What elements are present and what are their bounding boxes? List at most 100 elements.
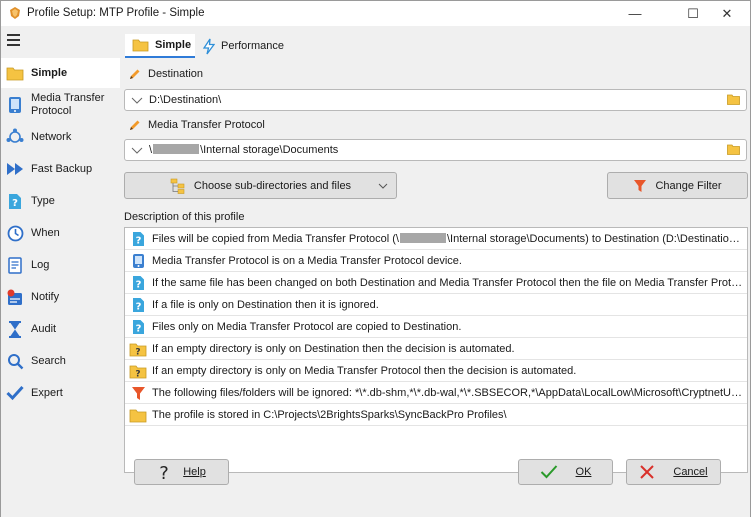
row-text: If a file is only on Destination then it… xyxy=(152,299,379,311)
pencil-icon xyxy=(129,68,141,80)
tab-bar: Simple Performance xyxy=(121,26,750,62)
source-label: Media Transfer Protocol xyxy=(148,119,265,131)
question-folder-icon: ? xyxy=(129,362,147,380)
main-panel: Simple Performance Destination D:\Destin… xyxy=(121,26,750,517)
sidebar-item-label: Audit xyxy=(31,323,57,335)
sidebar-item-label: Type xyxy=(31,195,55,207)
sidebar-item-expert[interactable]: Expert xyxy=(1,382,120,404)
question-mark-icon: ? xyxy=(157,463,171,481)
svg-text:?: ? xyxy=(135,302,141,313)
sidebar-item-label: Search xyxy=(31,355,66,367)
filter-icon xyxy=(633,179,647,193)
svg-text:?: ? xyxy=(135,236,141,247)
syncback-app-icon xyxy=(8,6,22,20)
row-text: The profile is stored in C:\Projects\2Br… xyxy=(152,409,507,421)
choose-subdirs-button[interactable]: Choose sub-directories and files xyxy=(124,172,397,199)
tab-label: Performance xyxy=(221,40,284,52)
row-text: Files only on Media Transfer Protocol ar… xyxy=(152,321,462,333)
list-item[interactable]: Media Transfer Protocol is on a Media Tr… xyxy=(125,250,747,272)
sidebar-item-label: Notify xyxy=(31,291,60,303)
sidebar-item-fast-backup[interactable]: Fast Backup xyxy=(1,158,120,180)
chevron-down-icon xyxy=(378,181,388,194)
svg-text:?: ? xyxy=(12,198,18,209)
sidebar-item-label: Log xyxy=(31,259,50,271)
sidebar-item-audit[interactable]: Audit xyxy=(1,318,120,340)
cancel-button[interactable]: Cancel xyxy=(626,459,721,485)
browse-folder-icon[interactable] xyxy=(727,144,740,158)
list-item[interactable]: ? If an empty directory is only on Desti… xyxy=(125,338,747,360)
close-button[interactable]: ✕ xyxy=(704,1,750,26)
destination-label: Destination xyxy=(148,68,204,80)
row-text: Files will be copied from Media Transfer… xyxy=(152,233,399,245)
svg-text:?: ? xyxy=(135,324,141,335)
title-bar: Profile Setup: MTP Profile - Simple — ☐ … xyxy=(1,1,750,26)
source-path-field[interactable]: \ \Internal storage\Documents xyxy=(124,139,747,161)
search-icon xyxy=(6,352,24,370)
row-text: If the same file has been changed on bot… xyxy=(152,277,744,289)
source-path-suffix: \Internal storage\Documents xyxy=(200,144,339,156)
browse-folder-icon[interactable] xyxy=(727,94,740,108)
question-file-icon: ? xyxy=(129,296,147,314)
sidebar-item-type[interactable]: ? Type xyxy=(1,190,120,212)
chevron-down-icon[interactable] xyxy=(131,94,143,109)
network-icon xyxy=(6,128,24,146)
question-file-icon: ? xyxy=(129,230,147,248)
list-item[interactable]: ? If an empty directory is only on Media… xyxy=(125,360,747,382)
sidebar-item-label: Media Transfer Protocol xyxy=(31,92,105,117)
clock-icon xyxy=(6,224,24,242)
tab-label: Simple xyxy=(155,39,192,51)
list-item[interactable]: ? If the same file has been changed on b… xyxy=(125,272,747,294)
svg-text:?: ? xyxy=(135,347,140,357)
list-item[interactable]: ? If a file is only on Destination then … xyxy=(125,294,747,316)
row-text: The following files/folders will be igno… xyxy=(152,387,744,399)
sidebar-item-when[interactable]: When xyxy=(1,222,120,244)
hamburger-menu-icon[interactable] xyxy=(7,34,23,48)
tab-simple[interactable]: Simple xyxy=(125,34,195,58)
list-item[interactable]: ? Files only on Media Transfer Protocol … xyxy=(125,316,747,338)
question-folder-icon: ? xyxy=(129,340,147,358)
source-label-row: Media Transfer Protocol xyxy=(129,119,265,131)
minimize-button[interactable]: — xyxy=(612,1,658,26)
list-item[interactable]: The profile is stored in C:\Projects\2Br… xyxy=(125,404,747,426)
description-list[interactable]: ? Files will be copied from Media Transf… xyxy=(124,227,748,473)
sidebar-item-simple[interactable]: Simple xyxy=(1,58,120,88)
change-filter-button[interactable]: Change Filter xyxy=(607,172,748,199)
sidebar-item-network[interactable]: Network xyxy=(1,126,120,148)
check-icon xyxy=(6,384,24,402)
choose-subdirs-label: Choose sub-directories and files xyxy=(193,179,352,192)
folder-icon xyxy=(129,406,147,424)
list-item[interactable]: ? Files will be copied from Media Transf… xyxy=(125,228,747,250)
device-icon xyxy=(6,96,24,114)
question-file-icon: ? xyxy=(129,318,147,336)
pencil-icon xyxy=(129,119,141,131)
folder-icon xyxy=(132,38,149,52)
ok-label: OK xyxy=(575,466,592,478)
ok-button[interactable]: OK xyxy=(518,459,613,485)
sidebar-item-search[interactable]: Search xyxy=(1,350,120,372)
chevron-down-icon[interactable] xyxy=(131,144,143,159)
destination-path-field[interactable]: D:\Destination\ xyxy=(124,89,747,111)
row-text: If an empty directory is only on Destina… xyxy=(152,343,515,355)
change-filter-label: Change Filter xyxy=(655,179,722,192)
source-path[interactable]: \ \Internal storage\Documents xyxy=(149,144,338,156)
help-button[interactable]: ? Help xyxy=(134,459,229,485)
sidebar-item-mtp[interactable]: Media Transfer Protocol xyxy=(1,90,120,120)
destination-path[interactable]: D:\Destination\ xyxy=(149,94,221,106)
device-icon xyxy=(129,252,147,270)
tab-performance[interactable]: Performance xyxy=(201,34,311,58)
help-label: Help xyxy=(183,466,206,478)
row-text-continued: \Internal storage\Documents) to Destinat… xyxy=(446,233,744,245)
fast-forward-icon xyxy=(6,160,24,178)
sidebar-item-notify[interactable]: Notify xyxy=(1,286,120,308)
sidebar: Simple Media Transfer Protocol Network F… xyxy=(1,26,121,517)
sidebar-item-label: Network xyxy=(31,131,72,143)
list-item[interactable]: The following files/folders will be igno… xyxy=(125,382,747,404)
svg-text:?: ? xyxy=(135,280,141,291)
row-text: If an empty directory is only on Media T… xyxy=(152,365,577,377)
row-text: Media Transfer Protocol is on a Media Tr… xyxy=(152,255,462,267)
lightning-icon xyxy=(203,38,215,55)
sidebar-item-log[interactable]: Log xyxy=(1,254,120,276)
question-file-icon: ? xyxy=(6,192,24,210)
description-label: Description of this profile xyxy=(124,211,245,223)
folder-icon xyxy=(6,64,24,82)
